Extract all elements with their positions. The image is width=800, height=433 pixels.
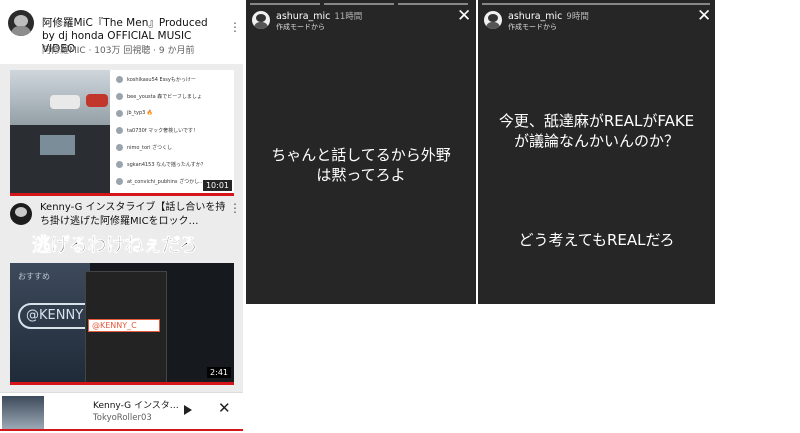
more-options-icon[interactable]: ⋮ <box>229 201 241 215</box>
story-text-line: が議論なんかいんのか？ <box>513 132 679 150</box>
chat-message: jb_typ3 🔥 <box>127 110 154 116</box>
story-mode: 作成モードから <box>276 23 325 31</box>
chat-message: nimo_tori ざつくし <box>127 144 173 151</box>
story-time: 11時間 <box>334 12 363 22</box>
story-panel: ashura_mic 9時間 作成モードから ✕ 今更、舐達麻がREALがFAKE… <box>478 0 715 304</box>
miniplayer-thumbnail[interactable] <box>2 396 44 429</box>
story-text: ちゃんと話してるから外野 は黙ってろよ <box>246 145 476 185</box>
story-text: 今更、舐達麻がREALがFAKE が議論なんかいんのか？ <box>478 111 715 151</box>
story-progress-bar <box>398 3 468 5</box>
miniplayer-title[interactable]: Kenny-G インスタ… <box>93 398 179 411</box>
video1-header: 阿修羅MiC『The Men』Produced by dj honda OFFI… <box>0 0 243 64</box>
story-text-line: 今更、舐達麻がREALがFAKE <box>498 112 695 130</box>
miniplayer[interactable]: Kenny-G インスタ… TokyoRoller03 ✕ <box>0 392 243 433</box>
close-icon[interactable]: ✕ <box>218 399 231 417</box>
progress-bar <box>0 429 243 431</box>
chat-message: at_convichi_pubhins ざつかし… <box>127 178 205 185</box>
video2-thumbnail[interactable]: おすすめ @KENNY @KENNY_C 2:41 <box>10 263 234 385</box>
story-username[interactable]: ashura_mic 11時間 <box>276 10 362 22</box>
channel-avatar[interactable] <box>10 203 32 225</box>
chat-message: koshikasu54 Essyもかっけー <box>127 76 196 83</box>
story-text-line: ちゃんと話してるから外野 <box>271 146 451 164</box>
story-time: 9時間 <box>566 12 589 22</box>
video2-duration: 2:41 <box>207 367 231 378</box>
chat-message: ta0730f マック奢検しいです！ <box>127 127 198 134</box>
video2-title[interactable]: Kenny-G インスタライブ【話し合いを持ち掛け逃げた阿修羅MICをロック… <box>40 201 230 229</box>
kenny-tag: @KENNY_C <box>88 319 160 332</box>
miniplayer-channel: TokyoRoller03 <box>93 413 152 423</box>
video1-thumbnail[interactable]: koshikasu54 Essyもかっけー bee_yousta 森でビーフしま… <box>10 70 234 196</box>
video1-meta: 阿修羅MIC · 103万 回視聴 · 9 か月前 <box>42 46 195 56</box>
user-avatar[interactable] <box>484 11 502 29</box>
close-icon[interactable]: ✕ <box>457 8 471 25</box>
story-username[interactable]: ashura_mic 9時間 <box>508 10 589 22</box>
live-chat-overlay: koshikasu54 Essyもかっけー bee_yousta 森でビーフしま… <box>110 70 234 193</box>
story-mode: 作成モードから <box>508 23 557 31</box>
youtube-panel: 阿修羅MiC『The Men』Produced by dj honda OFFI… <box>0 0 243 433</box>
channel-avatar[interactable] <box>8 10 34 36</box>
story-text-line: は黙ってろよ <box>316 166 406 184</box>
overlay-caption: 逃げるわけねぇだろ <box>32 234 198 257</box>
user-avatar[interactable] <box>252 11 270 29</box>
play-icon[interactable] <box>184 405 192 415</box>
story-progress-bar <box>250 3 320 5</box>
chat-message: sgkan4153 なんで揺ったんすか？ <box>127 161 206 168</box>
more-options-icon[interactable]: ⋮ <box>229 20 241 34</box>
story-panel: ashura_mic 11時間 作成モードから ✕ ちゃんと話してるから外野 は黙… <box>246 0 476 304</box>
chat-message: bee_yousta 森でビーフしましょ <box>127 93 202 100</box>
story-text-line: どう考えてもREALだろ <box>518 231 675 249</box>
suggestion-label: おすすめ <box>18 272 50 281</box>
close-icon[interactable]: ✕ <box>697 8 711 25</box>
story-progress-bar <box>324 3 394 5</box>
story-progress-bar <box>482 3 710 5</box>
video1-duration: 10:01 <box>202 180 232 191</box>
